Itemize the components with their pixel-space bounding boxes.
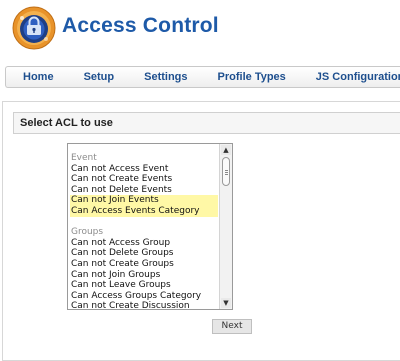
acl-option-selected[interactable]: Can not Join Events <box>70 195 218 206</box>
acl-option[interactable]: Can not Access Group <box>70 238 218 249</box>
nav-item-js-configuration[interactable]: JS Configuration <box>301 71 400 83</box>
next-button[interactable]: Next <box>212 319 252 334</box>
grip-line <box>225 174 228 175</box>
nav-item-setup[interactable]: Setup <box>69 71 130 83</box>
acl-option[interactable]: Can not Delete Events <box>70 185 218 196</box>
nav-item-settings[interactable]: Settings <box>129 71 202 83</box>
grip-line <box>225 170 228 171</box>
scrollbar-thumb[interactable] <box>222 157 230 186</box>
acl-option-selected[interactable]: Can Access Events Category <box>70 205 218 217</box>
nav-item-profile-types[interactable]: Profile Types <box>203 71 301 83</box>
app-title: Access Control <box>62 14 219 37</box>
panel-title: Select ACL to use <box>20 117 113 129</box>
optgroup-label-event: Event <box>71 153 97 163</box>
acl-option[interactable]: Can not Leave Groups <box>70 280 218 291</box>
app-logo-icon <box>12 6 56 50</box>
acl-option[interactable]: Can not Delete Groups <box>70 248 218 259</box>
acl-select-list[interactable]: Event Can not Access Event Can not Creat… <box>67 143 233 310</box>
acl-option[interactable]: Can not Create Groups <box>70 259 218 270</box>
optgroup-label-groups: Groups <box>71 227 104 238</box>
acl-option[interactable]: Can Access Groups Category <box>70 291 218 302</box>
scroll-up-arrow-icon[interactable]: ▲ <box>221 145 231 155</box>
acl-option[interactable]: Can not Join Groups <box>70 270 218 281</box>
acl-option[interactable]: Can not Create Discussion <box>70 301 218 309</box>
panel-header: Select ACL to use <box>13 112 400 134</box>
acl-options: Event Can not Access Event Can not Creat… <box>70 153 218 309</box>
nav-item-home[interactable]: Home <box>6 71 69 83</box>
main-nav: Home Setup Settings Profile Types JS Con… <box>5 66 400 88</box>
grip-line <box>225 172 228 173</box>
list-scrollbar[interactable]: ▲ ▼ <box>219 144 232 309</box>
scroll-down-arrow-icon[interactable]: ▼ <box>221 298 231 308</box>
acl-option[interactable]: Can not Create Events <box>70 174 218 185</box>
acl-option[interactable]: Can not Access Event <box>70 164 218 175</box>
